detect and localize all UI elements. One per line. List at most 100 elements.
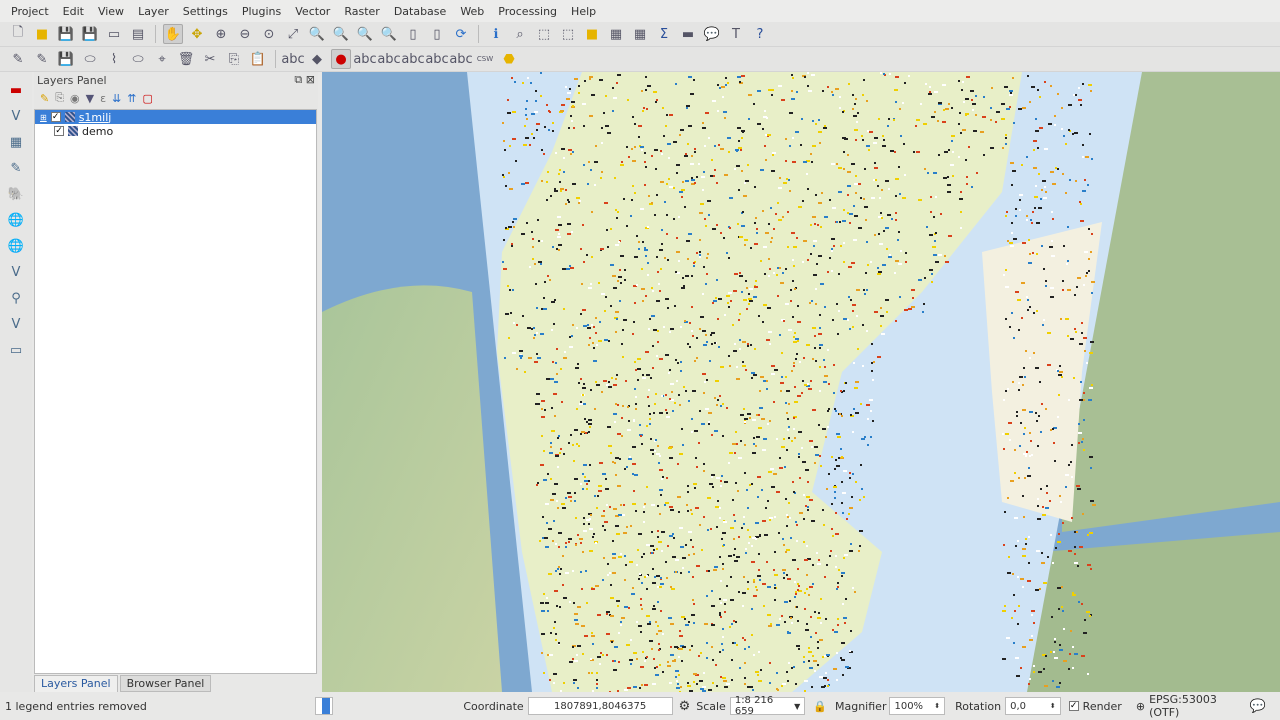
style-icon[interactable]: ✎ [40,92,49,105]
add-spatialite-icon[interactable]: ✎ [6,158,26,178]
text-annotation-icon[interactable]: T [726,24,746,44]
visibility-icon[interactable]: ◉ [70,92,80,105]
new-layer-icon[interactable]: ▭ [6,340,26,360]
toggle-editing-icon[interactable]: ✎ [32,49,52,69]
node-tool-icon[interactable]: ⌇ [104,49,124,69]
save-as-icon[interactable]: 💾 [80,24,100,44]
add-feature-icon[interactable]: ⬭ [80,49,100,69]
pin-labels-icon[interactable]: ● [331,49,351,69]
measure-icon[interactable]: ▬ [678,24,698,44]
menu-help[interactable]: Help [564,5,603,18]
select-by-value-icon[interactable]: ⬚ [534,24,554,44]
label-style-icon[interactable]: ◆ [307,49,327,69]
map-canvas[interactable] [322,72,1280,692]
menu-view[interactable]: View [91,5,131,18]
save-edits-icon[interactable]: 💾 [56,49,76,69]
float-panel-icon[interactable]: ⧉ [294,73,302,86]
toggle-extents-icon[interactable]: ⚙ [679,699,691,714]
menu-vector[interactable]: Vector [288,5,337,18]
add-group-icon[interactable]: ⎘ [55,91,64,105]
collapse-all-icon[interactable]: ⇈ [127,92,136,105]
rotation-spinbox[interactable]: 0,0 ⬍ [1005,697,1061,715]
show-hide-labels-icon[interactable]: abc [353,49,376,69]
filter-icon[interactable]: ▼ [86,92,94,105]
new-print-composer-icon[interactable]: ▭ [104,24,124,44]
zoom-layer-icon[interactable]: 🔍 [331,24,351,44]
add-virtual-layer-icon[interactable]: V [6,314,26,334]
identify-icon[interactable]: ℹ [486,24,506,44]
menu-raster[interactable]: Raster [337,5,386,18]
statistics-icon[interactable]: Σ [654,24,674,44]
add-wms-icon[interactable]: 🌐 [6,210,26,230]
map-tips-icon[interactable]: 💬 [702,24,722,44]
layer-item-s1milj[interactable]: ⊞ ✓ s1milj [35,110,316,124]
menu-web[interactable]: Web [453,5,491,18]
current-edits-icon[interactable]: ✎ [8,49,28,69]
add-wfs-icon[interactable]: V [6,262,26,282]
zoom-selection-icon[interactable]: 🔍 [307,24,327,44]
delete-icon[interactable]: 🗑 [176,49,196,69]
field-calculator-icon[interactable]: ▦ [630,24,650,44]
scale-combobox[interactable]: 1:8 216 659 ▼ [729,695,806,717]
add-raster-layer-icon[interactable]: ▦ [6,132,26,152]
label-properties-icon[interactable]: abc [449,49,472,69]
messages-icon[interactable]: 💬 [1250,699,1266,714]
refresh-icon[interactable]: ⟳ [451,24,471,44]
menu-layer[interactable]: Layer [131,5,176,18]
remove-layer-icon[interactable]: ▢ [143,92,153,105]
python-icon[interactable]: ⬣ [499,49,519,69]
filter-expression-icon[interactable]: ε [100,92,106,105]
layer-visibility-checkbox[interactable]: ✓ [50,112,61,122]
crs-button[interactable]: EPSG:53003 (OTF) [1149,693,1250,719]
add-wcs-icon[interactable]: 🌐 [6,236,26,256]
move-label-icon[interactable]: abc [377,49,400,69]
save-project-icon[interactable]: 💾 [56,24,76,44]
show-bookmarks-icon[interactable]: ▯ [427,24,447,44]
add-vector-layer-icon[interactable]: V [6,106,26,126]
add-mssql-icon[interactable]: ⚲ [6,288,26,308]
rotate-label-icon[interactable]: abc [401,49,424,69]
node-tool-icon-2[interactable]: ⌖ [152,49,172,69]
expand-icon[interactable]: ⊞ [40,113,47,122]
cut-icon[interactable]: ✂ [200,49,220,69]
menu-settings[interactable]: Settings [176,5,235,18]
pan-to-selection-icon[interactable]: ✥ [187,24,207,44]
label-icon[interactable]: abc [281,49,304,69]
open-project-icon[interactable]: ■ [32,24,52,44]
close-panel-icon[interactable]: ⊠ [306,73,315,86]
deselect-icon[interactable]: ⬚ [558,24,578,44]
add-postgis-icon[interactable]: 🐘 [6,184,26,204]
zoom-out-icon[interactable]: ⊖ [235,24,255,44]
tab-browser-panel[interactable]: Browser Panel [119,675,212,692]
menu-project[interactable]: Project [4,5,56,18]
new-bookmark-icon[interactable]: ▯ [403,24,423,44]
magnifier-spinbox[interactable]: 100% ⬍ [889,697,946,715]
crs-icon[interactable]: ⊕ [1136,700,1145,713]
menu-edit[interactable]: Edit [56,5,91,18]
render-checkbox[interactable]: ✓ [1068,701,1079,711]
zoom-next-icon[interactable]: 🔍 [379,24,399,44]
select-location-icon[interactable]: ■ [582,24,602,44]
zoom-native-icon[interactable]: ⊙ [259,24,279,44]
menu-processing[interactable]: Processing [491,5,564,18]
zoom-full-icon[interactable]: ⤢ [283,24,303,44]
layer-item-demo[interactable]: ✓ demo [35,124,316,138]
menu-plugins[interactable]: Plugins [235,5,288,18]
change-label-icon[interactable]: abc [425,49,448,69]
new-project-icon[interactable]: 🗋 [8,24,28,44]
pan-icon[interactable]: ✋ [163,24,183,44]
csw-icon[interactable]: CSW [475,49,495,69]
zoom-last-icon[interactable]: 🔍 [355,24,375,44]
expand-all-icon[interactable]: ⇊ [112,92,121,105]
add-delimited-text-icon[interactable]: ▬ [6,80,26,100]
zoom-in-icon[interactable]: ⊕ [211,24,231,44]
tab-layers-panel[interactable]: Layers Panel [34,675,118,692]
attribute-table-icon[interactable]: ▦ [606,24,626,44]
select-features-icon[interactable]: ⌕ [510,24,530,44]
coordinate-field[interactable]: 1807891,8046375 [527,697,673,715]
move-feature-icon[interactable]: ⬭ [128,49,148,69]
help-icon[interactable]: ? [750,24,770,44]
lock-scale-icon[interactable]: 🔒 [813,700,827,713]
paste-icon[interactable]: 📋 [248,49,268,69]
composer-manager-icon[interactable]: ▤ [128,24,148,44]
